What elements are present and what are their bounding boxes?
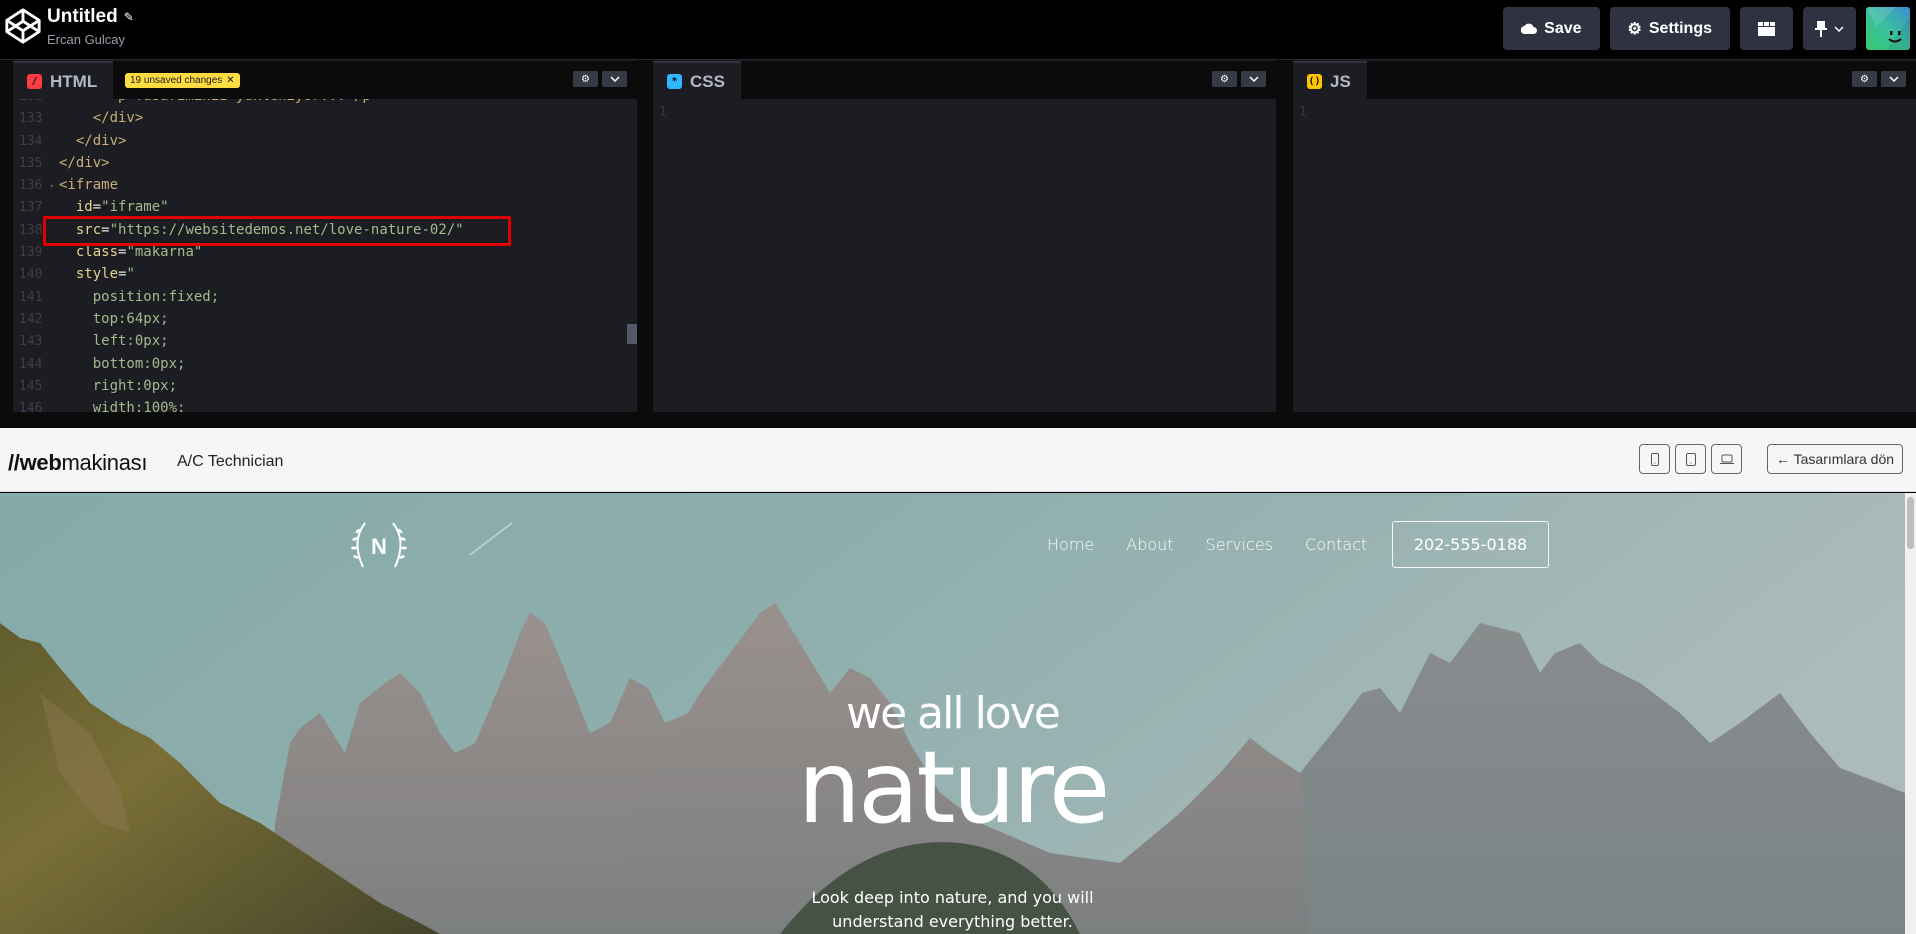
phone-button[interactable]: 202-555-0188 — [1392, 521, 1549, 568]
webmakinasi-logo[interactable]: //webmakinası — [8, 450, 147, 476]
cloud-icon — [1521, 23, 1538, 34]
code-line: 1 — [1299, 105, 1307, 120]
mobile-view-button[interactable] — [1639, 444, 1670, 474]
code-line: 134 </div> — [19, 132, 127, 149]
css-panel-header: * CSS ⚙ — [653, 60, 1276, 100]
settings-button[interactable]: ⚙ Settings — [1609, 7, 1730, 50]
tablet-view-button[interactable] — [1675, 444, 1706, 474]
html-code-editor[interactable]: 132 <p>Tasarımınız yükleniyor...</p> 133… — [13, 99, 637, 413]
preview-scrollbar[interactable] — [1905, 493, 1916, 934]
nav-about[interactable]: About — [1126, 535, 1173, 554]
site-logo-laurel[interactable]: N — [347, 517, 411, 573]
code-line: 146 width:100%; — [19, 400, 186, 413]
chevron-down-icon — [1834, 25, 1844, 32]
chevron-down-icon — [1888, 76, 1899, 82]
html-editor-scrollbar[interactable] — [627, 324, 637, 344]
gear-icon: ⚙ — [1860, 73, 1869, 85]
settings-label: Settings — [1648, 19, 1712, 37]
code-line: 143 left:0px; — [19, 333, 169, 350]
layout-icon — [1758, 21, 1775, 36]
pin-menu-button[interactable] — [1803, 7, 1856, 50]
hero-tagline-line-2: understand everything better. — [832, 912, 1073, 931]
gear-icon: ⚙ — [581, 73, 590, 85]
code-line: 135 </div> — [19, 154, 110, 171]
chevron-down-icon — [1248, 76, 1259, 82]
gear-icon: ⚙ — [1220, 73, 1229, 85]
pencil-icon[interactable]: ✎ — [124, 10, 134, 24]
codepen-logo-icon[interactable] — [4, 7, 42, 45]
nav-contact[interactable]: Contact — [1305, 535, 1367, 554]
js-settings-button[interactable]: ⚙ — [1852, 71, 1877, 87]
website-preview[interactable]: N Home About Services Contact 202-555-01… — [0, 493, 1905, 934]
tab-js[interactable]: () JS — [1293, 61, 1367, 100]
save-label: Save — [1544, 19, 1582, 37]
css-code-editor[interactable]: 1 — [653, 99, 1276, 413]
tab-css-label: CSS — [690, 71, 725, 91]
code-line: 141 position:fixed; — [19, 288, 220, 305]
pin-icon — [1815, 20, 1827, 37]
html-editor-panel: / HTML 19 unsaved changes ✕ ⚙ 132 <p>Tas… — [13, 60, 637, 413]
code-line: 133 </div> — [19, 110, 144, 127]
js-braces-icon: () — [1307, 74, 1322, 89]
avatar[interactable] — [1866, 7, 1910, 50]
tab-html[interactable]: / HTML — [13, 61, 114, 100]
site-nav: Home About Services Contact — [1047, 535, 1399, 554]
hero-heading: nature — [797, 729, 1111, 846]
js-editor-panel: () JS ⚙ 1 — [1293, 60, 1916, 413]
unsaved-changes-text: 19 unsaved changes — [130, 75, 223, 86]
resize-handle[interactable] — [0, 412, 1916, 428]
back-to-designs-button[interactable]: ← Tasarımlara dön — [1767, 444, 1904, 474]
css-editor-panel: * CSS ⚙ 1 — [653, 60, 1276, 413]
js-collapse-button[interactable] — [1881, 71, 1906, 87]
laptop-icon — [1719, 454, 1734, 464]
js-panel-header: () JS ⚙ — [1293, 60, 1916, 100]
html-collapse-button[interactable] — [602, 71, 627, 87]
tab-css[interactable]: * CSS — [653, 61, 741, 100]
editors-area: / HTML 19 unsaved changes ✕ ⚙ 132 <p>Tas… — [0, 60, 1916, 413]
html-settings-button[interactable]: ⚙ — [573, 71, 598, 87]
preview-toolbar: //webmakinası A/C Technician ← Tasarımla… — [0, 428, 1916, 492]
tab-js-label: JS — [1330, 71, 1351, 91]
desktop-view-button[interactable] — [1711, 444, 1742, 474]
code-line: 1 — [659, 105, 667, 120]
preview-scrollbar-thumb[interactable] — [1907, 497, 1914, 549]
nav-home[interactable]: Home — [1047, 535, 1094, 554]
tablet-icon — [1685, 452, 1696, 466]
change-view-button[interactable] — [1740, 7, 1793, 50]
code-line: 142 top:64px; — [19, 310, 169, 327]
unsaved-changes-badge[interactable]: 19 unsaved changes ✕ — [125, 73, 240, 88]
pen-title[interactable]: Untitled — [47, 6, 118, 28]
tab-html-label: HTML — [50, 71, 98, 91]
chevron-down-icon — [609, 76, 620, 82]
fold-arrow-icon[interactable]: ▾ — [49, 176, 59, 198]
css-collapse-button[interactable] — [1241, 71, 1266, 87]
save-button[interactable]: Save — [1503, 7, 1600, 50]
code-line: 132 <p>Tasarımınız yükleniyor...</p> — [13, 99, 637, 107]
html-slash-icon: / — [27, 74, 42, 89]
nav-services[interactable]: Services — [1206, 535, 1273, 554]
close-icon[interactable]: ✕ — [226, 75, 234, 86]
red-highlight-box — [43, 216, 511, 246]
css-asterisk-icon: * — [667, 74, 682, 89]
code-line: 136 ▾ <iframe — [13, 174, 637, 196]
css-settings-button[interactable]: ⚙ — [1212, 71, 1237, 87]
gear-icon: ⚙ — [1627, 20, 1642, 38]
code-line: 140 style=" — [19, 266, 135, 283]
mobile-icon — [1650, 452, 1659, 466]
logo-letter: N — [371, 534, 387, 559]
code-line: 144 bottom:0px; — [19, 355, 186, 372]
js-code-editor[interactable]: 1 — [1293, 99, 1916, 413]
design-title: A/C Technician — [177, 453, 284, 470]
author-name[interactable]: Ercan Gulcay — [47, 32, 134, 47]
hero-tagline: Look deep into nature, and you will unde… — [0, 886, 1905, 934]
hero-tagline-line-1: Look deep into nature, and you will — [811, 888, 1094, 907]
html-panel-header: / HTML 19 unsaved changes ✕ ⚙ — [13, 60, 637, 100]
editor-header: Untitled ✎ Ercan Gulcay Save ⚙ Settings — [0, 0, 1916, 60]
code-line: 145 right:0px; — [19, 377, 178, 394]
